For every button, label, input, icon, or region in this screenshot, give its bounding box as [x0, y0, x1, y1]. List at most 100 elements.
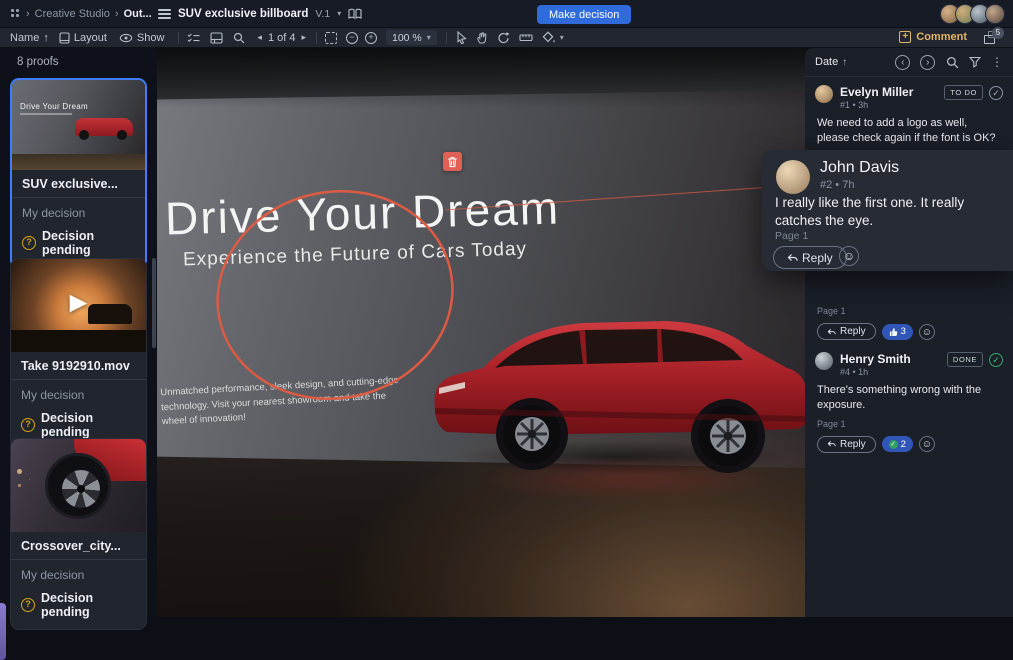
- chevron-down-icon: ▾: [427, 33, 431, 42]
- zoom-level-value: 100 %: [392, 32, 422, 44]
- doc-version[interactable]: V.1: [315, 8, 330, 20]
- filter-icon[interactable]: [969, 56, 981, 68]
- status-label: Decision pending: [41, 591, 136, 619]
- proof-card-suv-billboard[interactable]: Drive Your Dream SUV exclusive... My dec…: [10, 78, 147, 269]
- kebab-menu-icon[interactable]: ⋮: [991, 55, 1003, 69]
- billboard-car-image: [425, 276, 817, 476]
- comment-button[interactable]: + Comment: [899, 31, 967, 43]
- prev-page-icon[interactable]: ◂: [257, 32, 262, 43]
- decision-status[interactable]: ? Decision pending: [11, 584, 146, 629]
- done-badge[interactable]: DONE: [947, 352, 983, 367]
- next-page-icon[interactable]: ▸: [301, 32, 306, 43]
- search-pages-button[interactable]: [233, 32, 245, 44]
- like-reaction-pill[interactable]: 3: [882, 324, 913, 340]
- comment-text: We need to add a logo as well, please ch…: [805, 110, 1013, 146]
- annotations-list-button[interactable]: [187, 32, 200, 44]
- make-decision-button[interactable]: Make decision: [537, 5, 631, 24]
- thumb-car-silhouette: [88, 304, 132, 324]
- my-decision-label: My decision: [12, 198, 145, 222]
- reply-label: Reply: [840, 439, 866, 450]
- search-comments-icon[interactable]: [946, 56, 959, 69]
- menu-icon[interactable]: [158, 7, 171, 21]
- add-reaction-button[interactable]: ☺: [919, 324, 935, 340]
- reply-button[interactable]: Reply: [773, 246, 847, 269]
- name-sort-button[interactable]: Name ↑: [10, 32, 49, 44]
- comment-popup-john-davis[interactable]: John Davis #2 • 7h I really like the fir…: [762, 150, 1013, 271]
- comment-plus-icon: +: [899, 31, 911, 43]
- avatar[interactable]: [815, 352, 833, 370]
- chevron-down-icon[interactable]: ▾: [337, 9, 341, 18]
- toolbar: Name ↑ Layout Show: [0, 28, 1013, 48]
- pages-panel-button[interactable]: [210, 32, 223, 44]
- proofs-sidebar: 8 proofs Drive Your Dream SUV exclusive.…: [0, 48, 157, 617]
- add-reaction-button[interactable]: ☺: [919, 436, 935, 452]
- fill-tool-button[interactable]: ▾: [542, 31, 564, 44]
- comment-author: Henry Smith: [840, 352, 911, 366]
- delete-annotation-button[interactable]: [443, 152, 462, 171]
- play-icon[interactable]: ▶: [70, 288, 88, 315]
- comment-author: Evelyn Miller: [840, 85, 913, 99]
- sort-asc-icon: ↑: [842, 57, 847, 68]
- todo-badge[interactable]: TO DO: [944, 85, 983, 100]
- layout-button[interactable]: Layout: [59, 32, 107, 44]
- sort-asc-icon: ↑: [43, 32, 49, 44]
- reply-button[interactable]: Reply: [817, 436, 876, 453]
- comment-henry-smith[interactable]: Henry Smith #4 • 1h DONE ✓ There's somet…: [805, 344, 1013, 453]
- pan-tool-button[interactable]: [476, 31, 488, 44]
- doc-title-group: SUV exclusive billboard V.1 ▾: [158, 7, 362, 21]
- comment-meta: #4 • 1h: [840, 367, 911, 377]
- thumbs-up-icon: [889, 327, 898, 337]
- reply-label: Reply: [840, 326, 866, 337]
- comment-john-davis[interactable]: Page 1 Reply 3 ☺: [805, 306, 1013, 340]
- thumb-wheel-shape: [45, 453, 111, 519]
- fit-screen-button[interactable]: [325, 32, 337, 44]
- apps-grid-icon[interactable]: [11, 9, 19, 17]
- comments-panel-header: Date ↑ ‹ › ⋮: [805, 48, 1013, 77]
- avatar[interactable]: [985, 4, 1005, 24]
- proof-thumbnail[interactable]: [11, 439, 146, 532]
- sort-by-date-button[interactable]: Date ↑: [815, 56, 847, 68]
- proof-card-take-video[interactable]: ▶ Take 9192910.mov My decision ? Decisio…: [10, 258, 147, 450]
- mark-done-icon[interactable]: ✓: [989, 353, 1003, 367]
- pages-icon: [210, 32, 223, 44]
- zoom-out-button[interactable]: −: [346, 32, 358, 44]
- rotate-icon: [497, 31, 510, 44]
- next-proof-peek[interactable]: [0, 603, 6, 660]
- proof-thumbnail[interactable]: ▶: [11, 259, 146, 352]
- pending-question-icon: ?: [21, 418, 35, 432]
- chevron-icon: ›: [115, 8, 119, 20]
- compare-book-icon[interactable]: [348, 8, 362, 20]
- breadcrumb-current[interactable]: Out...: [124, 8, 152, 20]
- sidebar-scrollbar[interactable]: [152, 258, 156, 348]
- show-button[interactable]: Show: [119, 32, 165, 44]
- search-icon: [233, 32, 245, 44]
- ruler-icon: [519, 32, 533, 43]
- comment-meta: #2 • 7h: [820, 179, 854, 191]
- mark-done-icon[interactable]: ✓: [989, 86, 1003, 100]
- breadcrumb-app[interactable]: Creative Studio: [35, 8, 110, 20]
- measure-tool-button[interactable]: [519, 32, 533, 43]
- proof-thumbnail[interactable]: Drive Your Dream: [12, 80, 145, 170]
- approve-count: 2: [901, 439, 906, 450]
- avatar[interactable]: [815, 85, 833, 103]
- avatar[interactable]: [776, 160, 810, 194]
- reply-button[interactable]: Reply: [817, 323, 876, 340]
- top-bar: › Creative Studio › Out... SUV exclusive…: [0, 0, 1013, 28]
- zoom-in-button[interactable]: +: [365, 32, 377, 44]
- rotate-tool-button[interactable]: [497, 31, 510, 44]
- select-tool-button[interactable]: [455, 31, 467, 44]
- zoom-level-select[interactable]: 100 % ▾: [386, 30, 437, 45]
- layout-icon: [59, 32, 70, 44]
- panel-toggle-button[interactable]: 5: [984, 31, 999, 44]
- status-label: Decision pending: [41, 411, 136, 439]
- proof-card-crossover-city[interactable]: Crossover_city... My decision ? Decision…: [10, 438, 147, 630]
- add-reaction-button[interactable]: ☺: [839, 246, 859, 266]
- next-comment-button[interactable]: ›: [920, 55, 935, 70]
- approve-reaction-pill[interactable]: ✓ 2: [882, 436, 913, 452]
- comment-page-ref: Page 1: [805, 306, 1013, 316]
- like-count: 3: [901, 326, 906, 337]
- comment-author: John Davis: [820, 159, 899, 177]
- comment-page-ref: Page 1: [805, 413, 1013, 429]
- my-decision-label: My decision: [11, 380, 146, 404]
- prev-comment-button[interactable]: ‹: [895, 55, 910, 70]
